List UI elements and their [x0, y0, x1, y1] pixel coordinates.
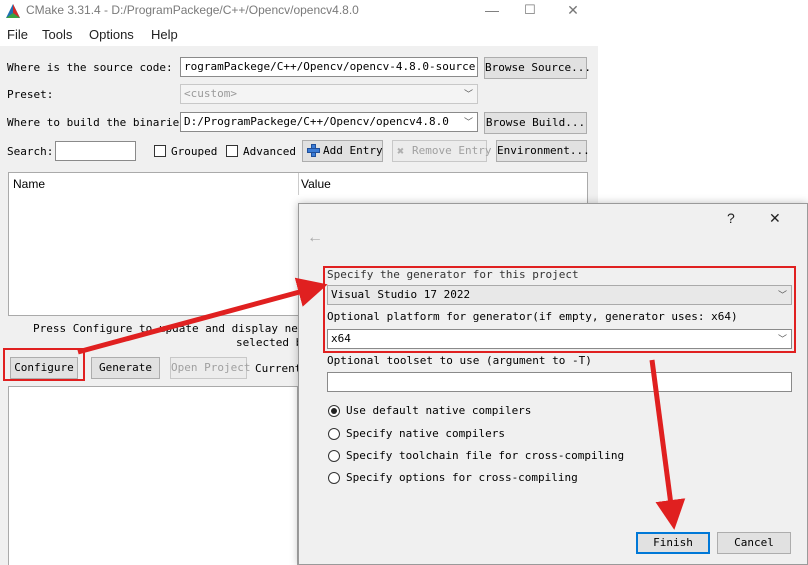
annotation-arrows: [77, 277, 686, 530]
arrow-generator-to-finish: [649, 359, 686, 530]
arrow-configure-to-generator: [77, 277, 328, 355]
